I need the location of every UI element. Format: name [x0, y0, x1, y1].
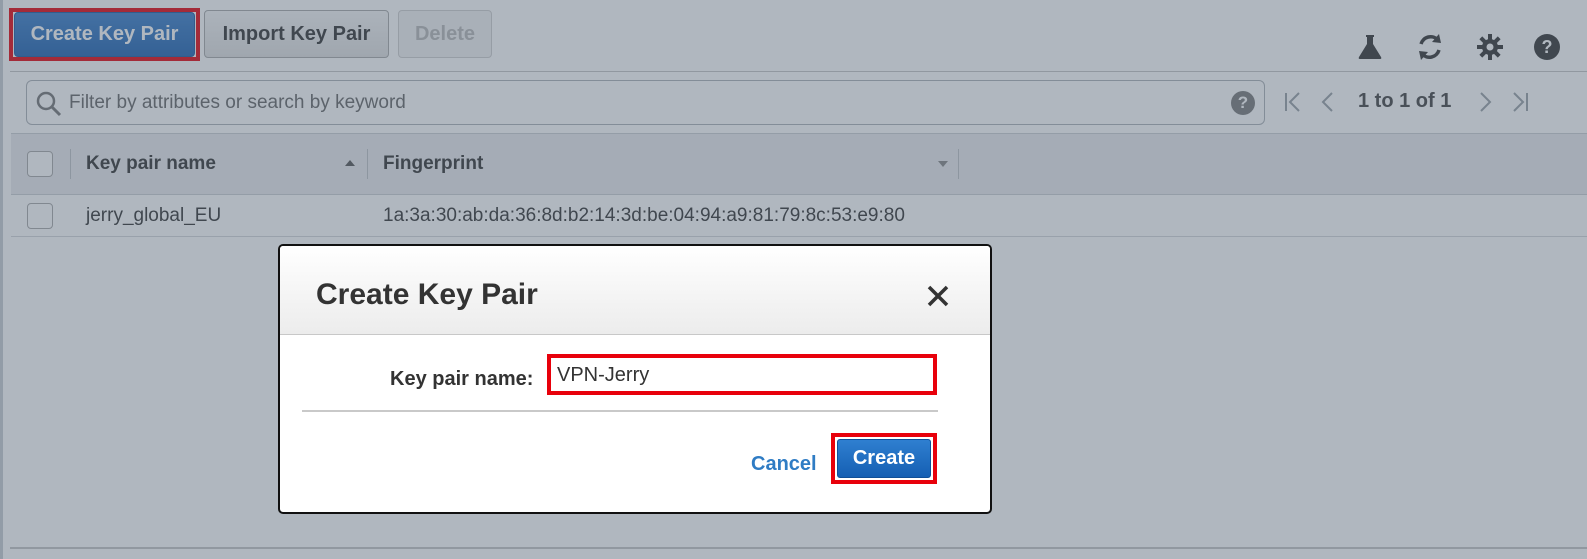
dialog-divider — [302, 410, 938, 412]
highlight-create-button — [831, 433, 937, 484]
key-pair-name-label: Key pair name: — [390, 368, 534, 390]
dialog-title: Create Key Pair — [316, 278, 538, 311]
cancel-button[interactable]: Cancel — [751, 453, 817, 476]
dialog-header: Create Key Pair — [280, 246, 990, 335]
create-key-pair-dialog: Create Key Pair Key pair name: Cancel Cr… — [278, 244, 992, 514]
close-icon[interactable] — [925, 283, 951, 309]
highlight-key-pair-name-input — [547, 354, 937, 395]
